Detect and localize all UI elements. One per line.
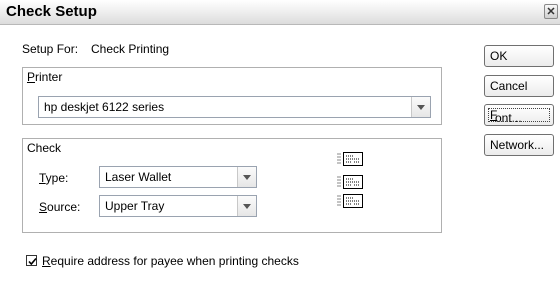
checkmark-icon: [28, 257, 37, 266]
setup-for-label: Setup For:: [22, 42, 79, 56]
check-group: Check Type: Laser Wallet Source: Upper T…: [22, 138, 442, 233]
chevron-down-icon[interactable]: [237, 196, 256, 216]
require-address-checkbox[interactable]: [26, 255, 37, 266]
dialog-title: Check Setup: [6, 3, 97, 20]
require-address-label[interactable]: Require address for payee when printing …: [42, 254, 299, 268]
check-layout-icon: [337, 194, 363, 208]
check-group-label: Check: [27, 141, 62, 155]
ok-button[interactable]: OK: [484, 45, 554, 67]
dialog-content: Setup For: Check Printing Printer hp des…: [0, 25, 560, 284]
source-label: Source:: [39, 200, 81, 214]
title-bar: Check Setup ✕: [0, 0, 560, 25]
network-button[interactable]: Network...: [484, 134, 554, 156]
type-select-value: Laser Wallet: [105, 170, 172, 184]
check-layout-icon: [337, 152, 363, 166]
chevron-down-icon[interactable]: [411, 97, 430, 117]
type-select[interactable]: Laser Wallet: [99, 166, 257, 188]
cancel-button[interactable]: Cancel: [484, 75, 554, 97]
printer-select-value: hp deskjet 6122 series: [44, 100, 165, 114]
font-button[interactable]: Font...: [484, 104, 554, 126]
printer-select[interactable]: hp deskjet 6122 series: [38, 96, 431, 118]
check-setup-dialog: Check Setup ✕ Setup For: Check Printing …: [0, 0, 560, 284]
check-layout-icon: [337, 175, 363, 189]
close-icon[interactable]: ✕: [544, 4, 558, 19]
setup-for-value: Check Printing: [91, 42, 170, 56]
chevron-down-icon[interactable]: [237, 167, 256, 187]
source-select-value: Upper Tray: [105, 199, 165, 213]
printer-group-label: Printer: [27, 70, 63, 84]
source-select[interactable]: Upper Tray: [99, 195, 257, 217]
printer-group: Printer hp deskjet 6122 series: [22, 67, 442, 125]
type-label: Type:: [39, 171, 69, 185]
